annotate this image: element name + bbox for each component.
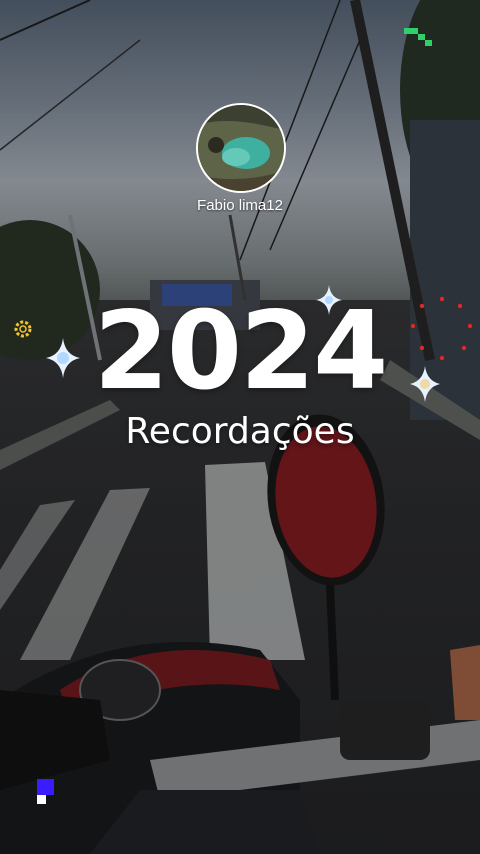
profile-username[interactable]: Fabio lima12: [0, 197, 480, 214]
avatar[interactable]: [196, 103, 286, 193]
blue-pixel-decoration: [37, 779, 57, 812]
memories-year: 2024: [93, 289, 389, 414]
profile-photo-icon: [198, 105, 284, 191]
green-pixel-decoration: [404, 28, 434, 53]
green-pixel: [404, 28, 411, 34]
memories-title: Recordações: [125, 411, 355, 452]
memories-story-screen: Fabio lima12 2024 Recordações: [0, 0, 480, 854]
